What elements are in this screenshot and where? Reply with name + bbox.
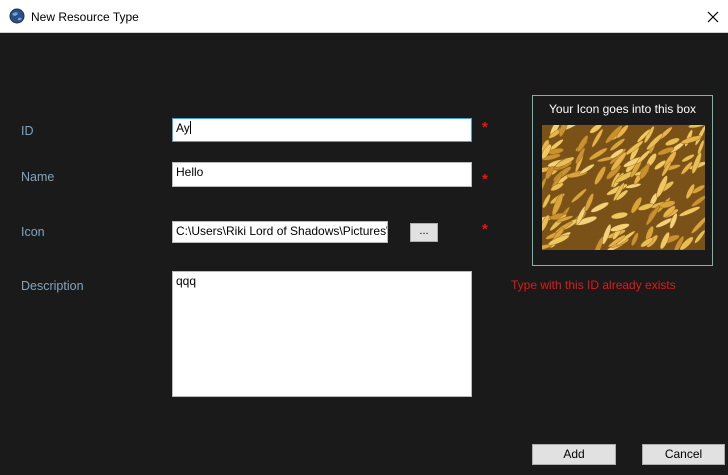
icon-path-value: C:\Users\Riki Lord of Shadows\Pictures\F xyxy=(176,224,388,238)
description-label: Description xyxy=(21,279,84,293)
icon-preview-caption: Your Icon goes into this box xyxy=(549,102,696,116)
close-button[interactable] xyxy=(698,0,728,33)
title-bar: New Resource Type xyxy=(0,0,728,33)
name-required-marker: * xyxy=(482,171,488,188)
name-label: Name xyxy=(21,170,55,184)
text-caret xyxy=(189,121,191,134)
window-title: New Resource Type xyxy=(31,10,139,24)
error-message: Type with this ID already exists xyxy=(511,278,676,292)
description-value: qqq xyxy=(176,274,197,288)
close-icon xyxy=(707,11,719,22)
icon-required-marker: * xyxy=(482,221,488,238)
id-input[interactable]: Ay xyxy=(172,118,472,142)
cancel-button[interactable]: Cancel xyxy=(642,444,725,465)
icon-path-input[interactable]: C:\Users\Riki Lord of Shadows\Pictures\F xyxy=(172,221,388,243)
id-required-marker: * xyxy=(482,119,488,136)
globe-icon xyxy=(9,8,25,24)
grain-image xyxy=(542,125,705,250)
name-input-value: Hello xyxy=(176,165,204,179)
description-textarea[interactable]: qqq xyxy=(172,271,472,397)
name-input[interactable]: Hello xyxy=(172,162,472,187)
add-button[interactable]: Add xyxy=(532,444,616,465)
id-label: ID xyxy=(21,124,34,138)
icon-label: Icon xyxy=(21,225,45,239)
id-input-value: Ay xyxy=(176,121,190,135)
icon-preview-box: Your Icon goes into this box xyxy=(532,95,713,266)
browse-button[interactable]: ... xyxy=(410,223,438,242)
